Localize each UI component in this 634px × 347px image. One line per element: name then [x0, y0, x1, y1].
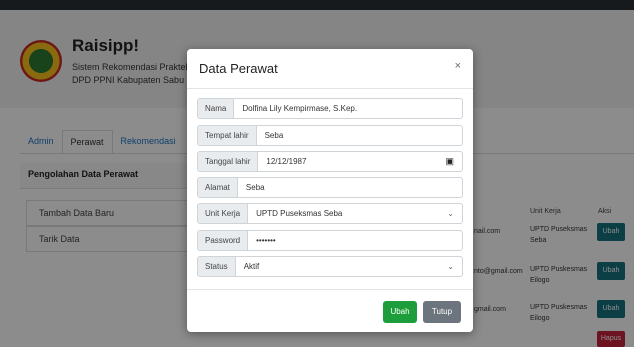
alamat-label: Alamat — [198, 178, 238, 197]
chevron-down-icon: ⌄ — [447, 209, 454, 218]
status-select[interactable]: Aktif ⌄ — [236, 257, 462, 276]
alamat-input[interactable]: Seba — [238, 178, 462, 197]
chevron-down-icon: ⌄ — [447, 262, 454, 271]
calendar-icon[interactable]: ▣ — [445, 152, 454, 171]
status-label: Status — [198, 257, 236, 276]
nama-field[interactable]: Nama Dolfina Lily Kempirmase, S.Kep. — [197, 98, 463, 119]
nama-input[interactable]: Dolfina Lily Kempirmase, S.Kep. — [234, 99, 462, 118]
alamat-field[interactable]: Alamat Seba — [197, 177, 463, 198]
status-field[interactable]: Status Aktif ⌄ — [197, 256, 463, 277]
modal-header: Data Perawat × — [187, 49, 473, 89]
modal-title: Data Perawat — [199, 61, 278, 76]
ubah-button[interactable]: Ubah — [383, 301, 417, 323]
modal-footer: Ubah Tutup — [187, 289, 473, 332]
password-field[interactable]: Password ••••••• — [197, 230, 463, 251]
status-value: Aktif — [243, 262, 260, 271]
password-input[interactable]: ••••••• — [248, 231, 462, 250]
password-label: Password — [198, 231, 249, 250]
unit-kerja-field[interactable]: Unit Kerja UPTD Puseksmas Seba ⌄ — [197, 203, 463, 224]
close-icon[interactable]: × — [455, 60, 461, 72]
nama-label: Nama — [198, 99, 235, 118]
tempat-lahir-field[interactable]: Tempat lahir Seba — [197, 125, 463, 146]
tanggal-lahir-field[interactable]: Tanggal lahir 12/12/1987 ▣ — [197, 151, 463, 172]
tanggal-lahir-input[interactable]: 12/12/1987 ▣ — [258, 152, 462, 171]
tanggal-lahir-value: 12/12/1987 — [266, 157, 307, 166]
tempat-lahir-input[interactable]: Seba — [257, 126, 462, 145]
unit-kerja-value: UPTD Puseksmas Seba — [256, 209, 343, 218]
unit-kerja-select[interactable]: UPTD Puseksmas Seba ⌄ — [248, 204, 462, 223]
tanggal-lahir-label: Tanggal lahir — [198, 152, 259, 171]
tempat-lahir-label: Tempat lahir — [198, 126, 257, 145]
unit-kerja-label: Unit Kerja — [198, 204, 249, 223]
data-perawat-modal: Data Perawat × Nama Dolfina Lily Kempirm… — [187, 49, 473, 332]
tutup-button[interactable]: Tutup — [423, 301, 461, 323]
